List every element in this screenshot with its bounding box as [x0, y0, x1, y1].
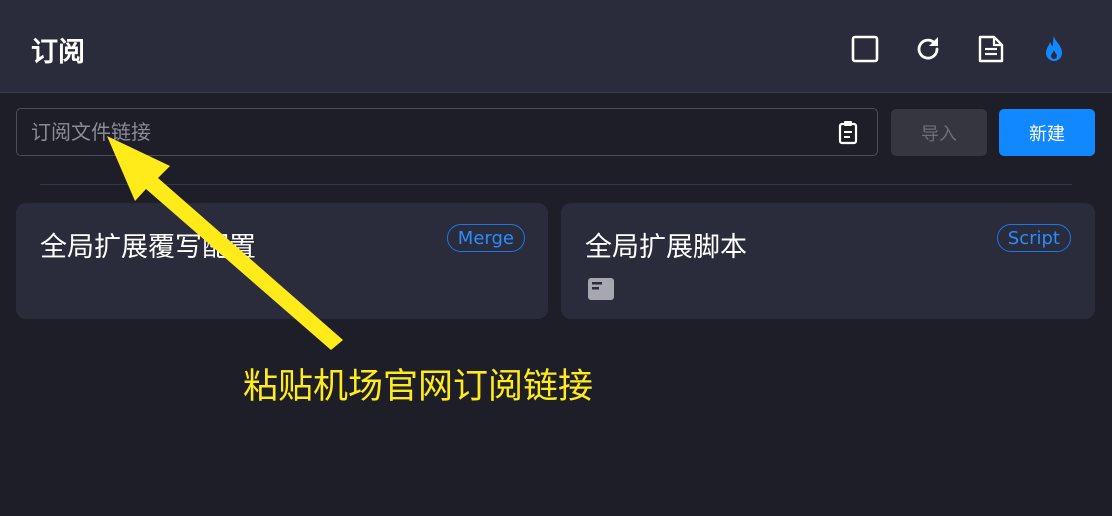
- fire-icon[interactable]: [1038, 33, 1070, 65]
- annotation-text: 粘贴机场官网订阅链接: [243, 367, 594, 407]
- script-badge: Script: [996, 224, 1071, 252]
- subscription-url-input[interactable]: [31, 117, 811, 147]
- stop-square-icon[interactable]: [849, 33, 881, 65]
- subscription-url-field[interactable]: [16, 108, 878, 156]
- card-title: 全局扩展覆写配置: [40, 232, 256, 263]
- divider: [40, 184, 1072, 185]
- new-button[interactable]: 新建: [999, 109, 1095, 156]
- script-card[interactable]: 全局扩展脚本 Script: [561, 203, 1095, 319]
- merge-badge: Merge: [446, 224, 525, 252]
- page-title: 订阅: [31, 37, 85, 68]
- file-text-icon[interactable]: [975, 33, 1007, 65]
- merge-card[interactable]: 全局扩展覆写配置 Merge: [16, 203, 548, 319]
- refresh-icon[interactable]: [912, 33, 944, 65]
- script-file-icon[interactable]: [587, 277, 615, 301]
- app-header: 订阅: [0, 0, 1112, 93]
- clipboard-icon[interactable]: [835, 119, 861, 145]
- import-button[interactable]: 导入: [891, 109, 987, 156]
- card-title: 全局扩展脚本: [585, 232, 747, 263]
